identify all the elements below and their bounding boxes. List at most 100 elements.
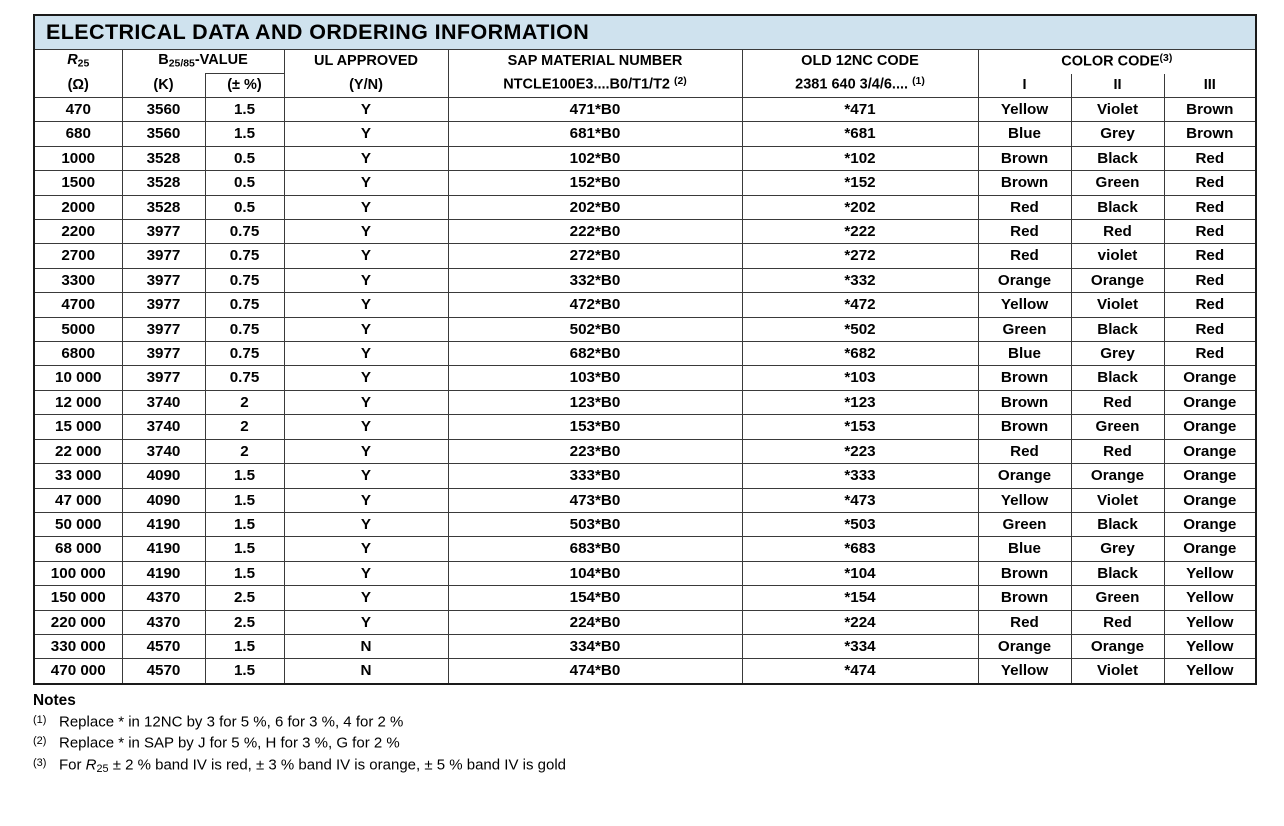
cell-r25: 2200: [33, 219, 123, 245]
cell-r25: 47 000: [33, 487, 123, 513]
cell-ul-approved: Y: [283, 438, 449, 465]
cell-color-band-3: Red: [1163, 243, 1257, 269]
cell-ul-approved: Y: [283, 609, 449, 635]
table-row: 5000 3977 0.75 Y 502*B0 *502 Green Black Red: [33, 316, 1257, 343]
cell-ul-approved: Y: [283, 365, 449, 391]
header-color-code: COLOR CODE(3): [977, 49, 1257, 74]
header-sap-format-note: (2): [674, 76, 687, 88]
cell-color-band-1: Brown: [977, 145, 1072, 172]
cell-sap-material-number: 224*B0: [447, 609, 743, 635]
cell-b-tolerance: 2.5: [204, 585, 285, 611]
table-row: 12 000 3740 2 Y 123*B0 *123 Brown Red Orange: [33, 389, 1257, 416]
cell-b-tolerance: 0.5: [204, 194, 285, 221]
header-12nc-format-text: 2381 640 3/4/6....: [795, 76, 909, 93]
cell-b-tolerance: 0.75: [204, 316, 285, 343]
cell-color-band-2: Red: [1070, 438, 1165, 465]
cell-color-band-2: Orange: [1070, 463, 1165, 489]
cell-old-12nc-code: *152: [741, 170, 979, 196]
cell-color-band-3: Yellow: [1163, 658, 1257, 685]
cell-sap-material-number: 682*B0: [447, 341, 743, 367]
table-header-row-primary: R25 B25/85-VALUE UL APPROVED SAP MATERIA…: [33, 49, 1257, 74]
cell-color-band-1: Brown: [977, 389, 1072, 416]
cell-color-band-3: Orange: [1163, 389, 1257, 416]
cell-r25: 1500: [33, 170, 123, 196]
cell-color-band-2: Violet: [1070, 96, 1165, 123]
cell-ul-approved: Y: [283, 219, 449, 245]
cell-b-value: 4190: [121, 560, 206, 587]
cell-sap-material-number: 333*B0: [447, 463, 743, 489]
cell-r25: 680: [33, 121, 123, 147]
cell-b-value: 3528: [121, 194, 206, 221]
note-marker-1: (1): [33, 714, 47, 727]
cell-b-tolerance: 1.5: [204, 511, 285, 538]
cell-color-band-2: Black: [1070, 145, 1165, 172]
table-row: 3300 3977 0.75 Y 332*B0 *332 Orange Orange Red: [33, 267, 1257, 294]
table-row: 4700 3977 0.75 Y 472*B0 *472 Yellow Violet Red: [33, 292, 1257, 318]
cell-b-value: 3528: [121, 170, 206, 196]
table-row: 470 3560 1.5 Y 471*B0 *471 Yellow Violet Brown: [33, 96, 1257, 123]
cell-b-value: 3977: [121, 243, 206, 269]
header-color-code-note: (3): [1159, 52, 1173, 64]
cell-color-band-3: Red: [1163, 170, 1257, 196]
cell-color-band-3: Red: [1163, 292, 1257, 318]
cell-b-tolerance: 1.5: [204, 560, 285, 587]
cell-color-band-1: Red: [977, 609, 1072, 635]
header-sap-material-format: NTCLE100E3....B0/T1/T2 (2): [447, 73, 743, 98]
header-r25-symbol: R: [67, 52, 78, 69]
cell-old-12nc-code: *503: [741, 511, 979, 538]
cell-color-band-1: Brown: [977, 365, 1072, 391]
cell-old-12nc-code: *333: [741, 463, 979, 489]
cell-b-value: 3740: [121, 389, 206, 416]
header-color-band-3: III: [1163, 73, 1257, 98]
cell-color-band-3: Red: [1163, 267, 1257, 294]
cell-b-value: 4370: [121, 609, 206, 635]
cell-ul-approved: Y: [283, 536, 449, 562]
cell-color-band-1: Yellow: [977, 292, 1072, 318]
cell-color-band-1: Brown: [977, 585, 1072, 611]
header-b-suffix: -VALUE: [194, 51, 248, 68]
cell-sap-material-number: 471*B0: [447, 96, 743, 123]
header-sap-format-text: NTCLE100E3....B0/T1/T2: [503, 76, 670, 93]
cell-r25: 15 000: [33, 414, 123, 440]
cell-color-band-2: Violet: [1070, 487, 1165, 513]
cell-old-12nc-code: *222: [741, 219, 979, 245]
cell-sap-material-number: 472*B0: [447, 292, 743, 318]
header-r25: R25: [33, 49, 123, 74]
cell-r25: 1000: [33, 145, 123, 172]
cell-b-tolerance: 1.5: [204, 463, 285, 489]
cell-sap-material-number: 681*B0: [447, 121, 743, 147]
cell-color-band-3: Yellow: [1163, 609, 1257, 635]
header-b-tolerance-unit: (± %): [204, 73, 285, 98]
cell-color-band-3: Red: [1163, 219, 1257, 245]
header-r25-unit: (Ω): [33, 73, 123, 98]
cell-color-band-1: Brown: [977, 414, 1072, 440]
cell-b-tolerance: 0.75: [204, 267, 285, 294]
table-row: 680 3560 1.5 Y 681*B0 *681 Blue Grey Brown: [33, 121, 1257, 147]
header-color-band-1: I: [977, 73, 1072, 98]
cell-ul-approved: Y: [283, 145, 449, 172]
header-color-code-label: COLOR CODE: [1061, 53, 1160, 70]
cell-old-12nc-code: *224: [741, 609, 979, 635]
cell-color-band-1: Red: [977, 438, 1072, 465]
cell-ul-approved: Y: [283, 511, 449, 538]
table-row: 47 000 4090 1.5 Y 473*B0 *473 Yellow Violet Oran…: [33, 487, 1257, 513]
header-12nc-format-note: (1): [912, 76, 925, 88]
cell-old-12nc-code: *474: [741, 658, 979, 685]
table-row: 15 000 3740 2 Y 153*B0 *153 Brown Green Orange: [33, 414, 1257, 440]
cell-ul-approved: Y: [283, 341, 449, 367]
cell-old-12nc-code: *681: [741, 121, 979, 147]
cell-ul-approved: Y: [283, 585, 449, 611]
cell-b-tolerance: 0.75: [204, 365, 285, 391]
note-marker-3: (3): [33, 756, 47, 769]
cell-b-value: 4090: [121, 487, 206, 513]
table-row: 470 000 4570 1.5 N 474*B0 *474 Yellow Violet Yel…: [33, 658, 1257, 685]
table-row: 2700 3977 0.75 Y 272*B0 *272 Red violet Red: [33, 243, 1257, 269]
table-header-row-units: (Ω) (K) (± %) (Y/N) NTCLE100E3....B0/T1/…: [33, 73, 1257, 98]
cell-b-value: 3740: [121, 438, 206, 465]
cell-color-band-2: Red: [1070, 389, 1165, 416]
cell-color-band-1: Red: [977, 194, 1072, 221]
cell-color-band-3: Brown: [1163, 96, 1257, 123]
table-row: 220 000 4370 2.5 Y 224*B0 *224 Red Red Yellow: [33, 609, 1257, 635]
cell-color-band-2: Black: [1070, 316, 1165, 343]
cell-b-tolerance: 2.5: [204, 609, 285, 635]
